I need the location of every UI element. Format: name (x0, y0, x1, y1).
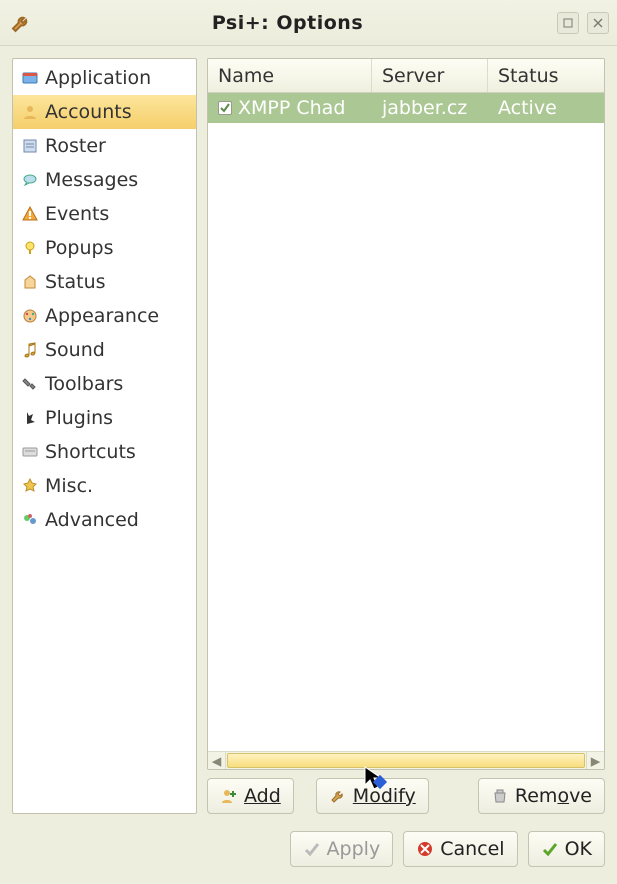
ok-check-icon (541, 840, 559, 858)
sidebar-item-label: Popups (45, 237, 113, 259)
sidebar-item-label: Accounts (45, 101, 132, 123)
dialog-buttons: Apply Cancel OK (0, 826, 617, 884)
modify-button[interactable]: Modify (316, 778, 429, 814)
trash-icon (491, 787, 509, 805)
column-header-name[interactable]: Name (208, 59, 372, 92)
toolbars-icon (21, 375, 39, 393)
sidebar-item-label: Misc. (45, 475, 93, 497)
appearance-icon (21, 307, 39, 325)
sidebar-item-roster[interactable]: Roster (13, 129, 196, 163)
accounts-pane: Name Server Status XMPP Chad jabber.cz A… (207, 58, 605, 814)
sidebar-item-toolbars[interactable]: Toolbars (13, 367, 196, 401)
table-header: Name Server Status (208, 59, 604, 93)
account-enabled-checkbox[interactable] (218, 101, 232, 115)
account-server: jabber.cz (382, 97, 467, 119)
button-label: Remove (515, 785, 592, 807)
sound-icon (21, 341, 39, 359)
horizontal-scrollbar[interactable]: ◂ ▸ (208, 751, 604, 769)
sidebar-item-application[interactable]: Application (13, 61, 196, 95)
sidebar-item-sound[interactable]: Sound (13, 333, 196, 367)
column-header-status[interactable]: Status (488, 59, 604, 92)
sidebar-item-label: Application (45, 67, 151, 89)
sidebar-item-misc[interactable]: Misc. (13, 469, 196, 503)
sidebar-item-messages[interactable]: Messages (13, 163, 196, 197)
window-title: Psi+: Options (18, 12, 557, 34)
maximize-button[interactable] (557, 12, 579, 34)
sidebar-item-shortcuts[interactable]: Shortcuts (13, 435, 196, 469)
button-label: Modify (353, 785, 416, 807)
table-body: XMPP Chad jabber.cz Active (208, 93, 604, 751)
account-name: XMPP Chad (238, 97, 345, 119)
account-status: Active (498, 97, 557, 119)
remove-button[interactable]: Remove (478, 778, 605, 814)
popups-icon (21, 239, 39, 257)
sidebar-item-label: Plugins (45, 407, 113, 429)
sidebar-item-plugins[interactable]: Plugins (13, 401, 196, 435)
advanced-icon (21, 511, 39, 529)
button-label: Add (244, 785, 281, 807)
sidebar-item-events[interactable]: Events (13, 197, 196, 231)
sidebar-item-label: Status (45, 271, 106, 293)
sidebar-item-label: Sound (45, 339, 105, 361)
button-label: OK (565, 838, 592, 860)
sidebar-item-popups[interactable]: Popups (13, 231, 196, 265)
events-icon (21, 205, 39, 223)
account-actions: Add Modify Remove (207, 778, 605, 814)
title-bar: Psi+: Options (0, 0, 617, 46)
sidebar-item-advanced[interactable]: Advanced (13, 503, 196, 537)
check-icon (303, 840, 321, 858)
sidebar-item-accounts[interactable]: Accounts (13, 95, 196, 129)
sidebar-item-label: Roster (45, 135, 106, 157)
sidebar-item-label: Events (45, 203, 109, 225)
sidebar-item-label: Advanced (45, 509, 139, 531)
roster-icon (21, 137, 39, 155)
plugins-icon (21, 409, 39, 427)
scroll-thumb[interactable] (227, 753, 585, 768)
misc-icon (21, 477, 39, 495)
application-icon (21, 69, 39, 87)
cancel-button[interactable]: Cancel (403, 831, 517, 867)
button-label: Apply (327, 838, 381, 860)
shortcuts-icon (21, 443, 39, 461)
messages-icon (21, 171, 39, 189)
sidebar-item-label: Appearance (45, 305, 159, 327)
sidebar-item-appearance[interactable]: Appearance (13, 299, 196, 333)
scroll-left-icon[interactable]: ◂ (208, 752, 226, 769)
add-user-icon (220, 787, 238, 805)
column-header-server[interactable]: Server (372, 59, 488, 92)
sidebar-item-label: Messages (45, 169, 138, 191)
add-button[interactable]: Add (207, 778, 294, 814)
table-row[interactable]: XMPP Chad jabber.cz Active (208, 93, 604, 123)
category-sidebar: Application Accounts Roster Messages Eve… (12, 58, 197, 814)
sidebar-item-status[interactable]: Status (13, 265, 196, 299)
button-label: Cancel (440, 838, 504, 860)
wrench-icon (329, 787, 347, 805)
ok-button[interactable]: OK (528, 831, 605, 867)
status-icon (21, 273, 39, 291)
apply-button[interactable]: Apply (290, 831, 394, 867)
scroll-right-icon[interactable]: ▸ (586, 752, 604, 769)
content-area: Application Accounts Roster Messages Eve… (0, 46, 617, 826)
cancel-icon (416, 840, 434, 858)
accounts-table: Name Server Status XMPP Chad jabber.cz A… (207, 58, 605, 770)
accounts-icon (21, 103, 39, 121)
close-button[interactable] (587, 12, 609, 34)
sidebar-item-label: Toolbars (45, 373, 123, 395)
sidebar-item-label: Shortcuts (45, 441, 136, 463)
